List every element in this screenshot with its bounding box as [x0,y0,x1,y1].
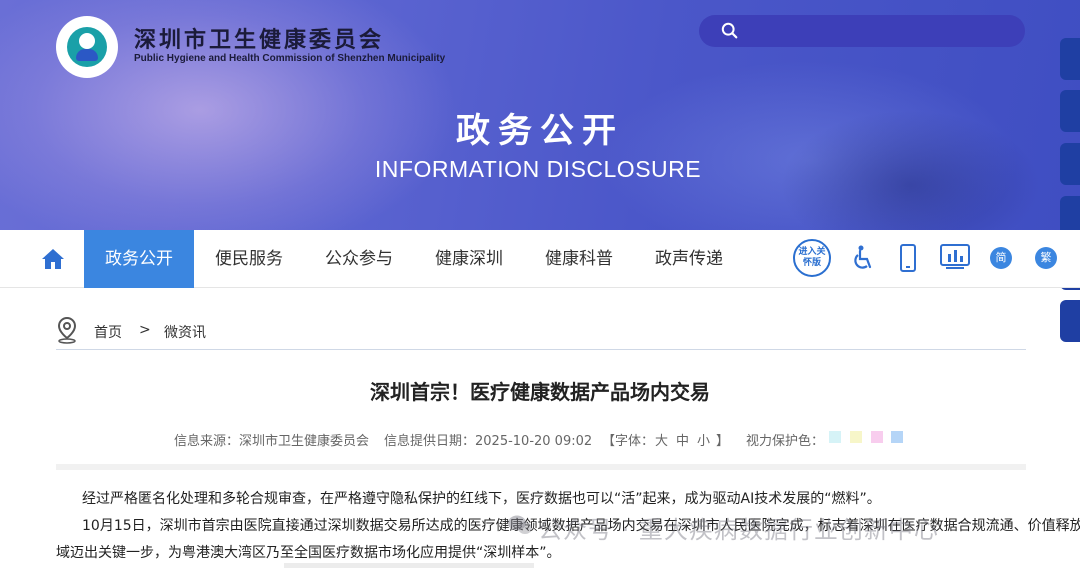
care-mode-button[interactable]: 进入关怀版 [793,239,831,277]
font-large-button[interactable]: 大 [655,430,668,449]
nav-item-participation[interactable]: 公众参与 [304,230,414,288]
search-icon[interactable] [721,22,739,40]
home-icon[interactable] [40,247,66,271]
side-tab-globe[interactable] [1060,143,1080,185]
logo-emblem-icon [67,27,107,67]
wechat-icon [508,515,532,534]
nav-item-gov-info[interactable]: 政务公开 [84,230,194,288]
article-title: 深圳首宗！医疗健康数据产品场内交易 [370,380,710,404]
org-logo[interactable] [56,16,118,78]
simplified-chinese-button[interactable]: 简 [990,247,1012,269]
banner-title: 政务公开 [456,111,624,151]
side-tab-mail[interactable] [1060,300,1080,342]
eye-care-swatch-cyan[interactable] [829,431,841,443]
font-medium-button[interactable]: 中 [676,430,689,449]
meta-divider [56,464,1026,470]
breadcrumb-current[interactable]: 微资讯 [164,322,206,342]
breadcrumb-separator: > [139,322,151,338]
nav-item-health-science[interactable]: 健康科普 [524,230,634,288]
location-pin-icon [57,316,77,344]
mobile-icon[interactable] [899,244,917,272]
breadcrumb-home-link[interactable]: 首页 [94,322,122,342]
font-small-button[interactable]: 小 [697,430,710,449]
image-placeholder [284,563,534,568]
article-paragraph: 经过严格匿名化处理和多轮合规审查，在严格遵守隐私保护的红线下，医疗数据也可以“活… [82,491,881,507]
accessibility-icon[interactable] [852,245,876,271]
article-source: 信息来源：深圳市卫生健康委员会 [174,434,370,449]
data-chart-icon[interactable] [940,244,970,270]
side-tab-consult[interactable] [1060,90,1080,132]
search-input[interactable] [699,15,1025,47]
banner-subtitle: INFORMATION DISCLOSURE [374,156,702,182]
breadcrumb: 首页 > 微资讯 [56,314,1026,350]
traditional-chinese-button[interactable]: 繁 [1035,247,1057,269]
font-size-close: 】 [716,434,730,449]
header-banner: 深圳市卫生健康委员会 Public Hygiene and Health Com… [0,0,1080,230]
eye-care-swatch-pink[interactable] [871,431,883,443]
main-nav: 政务公开 便民服务 公众参与 健康深圳 健康科普 政声传递 进入关怀版 简 繁 [0,230,1080,288]
watermark-text: 公众号 · 重大疾病数据行业创新中心 [538,516,939,544]
org-name-en: Public Hygiene and Health Commission of … [134,53,446,64]
eye-care-swatch-blue[interactable] [891,431,903,443]
eye-care-label: 视力保护色： [746,434,825,449]
article-date: 信息提供日期：2025-10-20 09:02 [384,434,593,449]
nav-item-services[interactable]: 便民服务 [194,230,304,288]
page: 深圳市卫生健康委员会 Public Hygiene and Health Com… [0,0,1080,568]
font-size-label: 【字体： [602,434,655,449]
org-name-cn: 深圳市卫生健康委员会 [134,28,385,53]
nav-item-voice[interactable]: 政声传递 [634,230,744,288]
eye-care-swatch-yellow[interactable] [850,431,862,443]
nav-item-healthy-shenzhen[interactable]: 健康深圳 [414,230,524,288]
side-tab-gov-service[interactable] [1060,38,1080,80]
